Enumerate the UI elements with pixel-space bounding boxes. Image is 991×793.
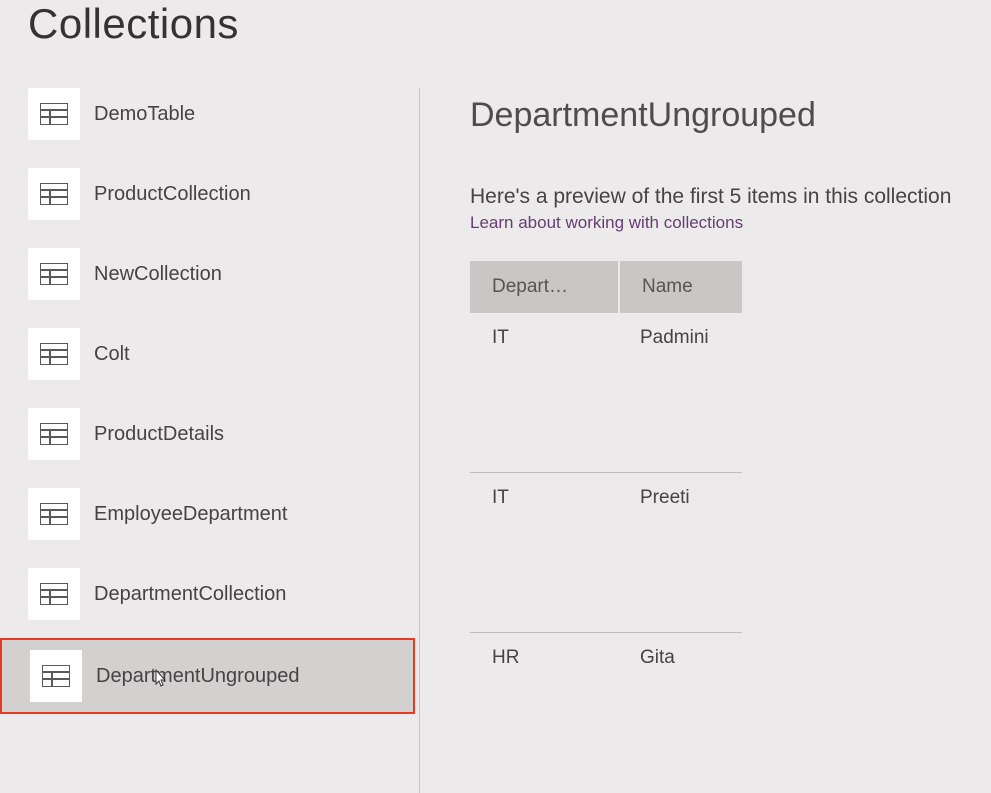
table-icon — [28, 328, 80, 380]
table-icon — [28, 408, 80, 460]
cell-name: Gita — [618, 633, 740, 793]
cell-name: Preeti — [618, 473, 740, 632]
table-icon — [30, 650, 82, 702]
sidebar-item-productdetails[interactable]: ProductDetails — [28, 408, 411, 460]
table-row: IT Padmini — [470, 313, 742, 473]
page-title: Collections — [28, 0, 991, 48]
preview-table: Depart… Name IT Padmini IT Preeti HR Git… — [470, 261, 742, 793]
learn-link[interactable]: Learn about working with collections — [470, 213, 971, 233]
detail-panel: DepartmentUngrouped Here's a preview of … — [420, 88, 991, 793]
table-icon — [28, 488, 80, 540]
sidebar-item-productcollection[interactable]: ProductCollection — [28, 168, 411, 220]
sidebar-item-label: ProductDetails — [94, 423, 224, 446]
column-header-name[interactable]: Name — [620, 261, 742, 313]
cell-department: IT — [470, 473, 618, 632]
sidebar-item-label: DepartmentCollection — [94, 583, 286, 606]
sidebar-item-newcollection[interactable]: NewCollection — [28, 248, 411, 300]
table-header-row: Depart… Name — [470, 261, 742, 313]
table-row: HR Gita — [470, 633, 742, 793]
sidebar-item-departmentungrouped[interactable]: DepartmentUngrouped — [0, 638, 415, 714]
table-icon — [28, 568, 80, 620]
cell-name: Padmini — [618, 313, 740, 472]
sidebar-item-label: Colt — [94, 343, 130, 366]
table-icon — [28, 248, 80, 300]
collections-sidebar: DemoTable ProductCollection NewCollectio… — [0, 88, 420, 793]
sidebar-item-label: DepartmentUngrouped — [96, 665, 299, 688]
sidebar-item-label: ProductCollection — [94, 183, 251, 206]
sidebar-item-label: NewCollection — [94, 263, 222, 286]
cell-department: IT — [470, 313, 618, 472]
preview-text: Here's a preview of the first 5 items in… — [470, 185, 971, 209]
detail-title: DepartmentUngrouped — [470, 96, 971, 135]
sidebar-item-label: DemoTable — [94, 103, 195, 126]
table-row: IT Preeti — [470, 473, 742, 633]
sidebar-item-demotable[interactable]: DemoTable — [28, 88, 411, 140]
sidebar-item-departmentcollection[interactable]: DepartmentCollection — [28, 568, 411, 620]
column-header-department[interactable]: Depart… — [470, 261, 618, 313]
table-icon — [28, 168, 80, 220]
table-icon — [28, 88, 80, 140]
sidebar-item-label: EmployeeDepartment — [94, 503, 287, 526]
sidebar-item-employeedepartment[interactable]: EmployeeDepartment — [28, 488, 411, 540]
cell-department: HR — [470, 633, 618, 793]
sidebar-item-colt[interactable]: Colt — [28, 328, 411, 380]
